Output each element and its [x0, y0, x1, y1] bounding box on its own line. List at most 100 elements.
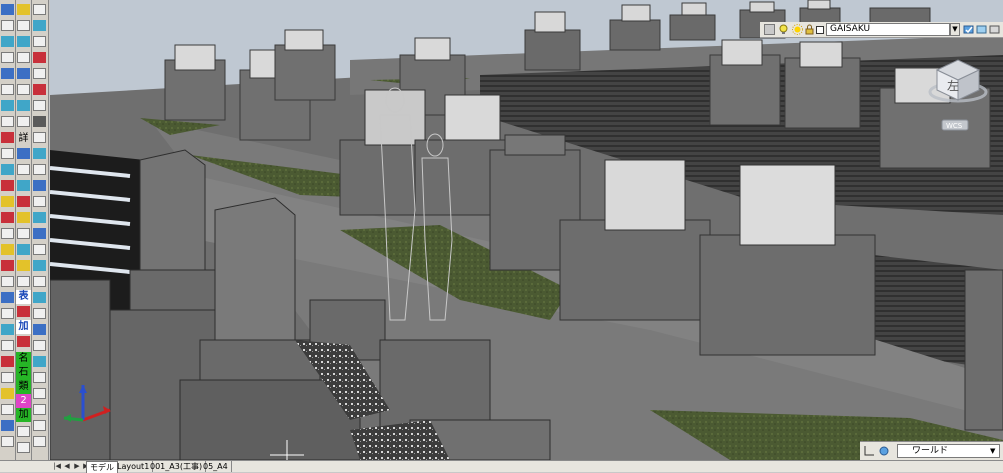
cemetery-3d-scene[interactable] [50, 0, 1003, 460]
leader-tool-icon[interactable] [1, 260, 14, 271]
block-tool-icon[interactable] [1, 116, 14, 127]
render-icon[interactable] [33, 132, 46, 143]
toolbar-label-two[interactable]: 2 [16, 394, 31, 408]
toolbar-label-add-2[interactable]: 加 [16, 408, 31, 422]
polyline-tool-icon[interactable] [1, 20, 14, 31]
viewcube[interactable]: 左 WCS [928, 48, 1002, 138]
toolbar-label-detail[interactable]: 詳 [16, 132, 31, 146]
view-left-icon[interactable] [33, 196, 46, 207]
dimension-tool-icon[interactable] [1, 244, 14, 255]
ucs-view-icon[interactable] [33, 292, 46, 303]
revcloud-tool-icon[interactable] [1, 292, 14, 303]
ucs-zaxis-icon[interactable] [33, 324, 46, 335]
arc-tool-icon[interactable] [1, 52, 14, 63]
xline-tool-icon[interactable] [1, 388, 14, 399]
zoom-extents-icon[interactable] [33, 20, 46, 31]
view-iso-icon[interactable] [33, 212, 46, 223]
trim-icon[interactable] [17, 100, 30, 111]
layer-previous-icon[interactable] [976, 24, 987, 35]
erase-icon[interactable] [17, 196, 30, 207]
pan-icon[interactable] [33, 36, 46, 47]
tab-05-a4[interactable]: 05_A4 [200, 461, 232, 472]
ucs-dropdown-icon[interactable] [878, 445, 892, 456]
hatch-tool-icon[interactable] [1, 164, 14, 175]
stretch-icon[interactable] [17, 84, 30, 95]
matchprop-icon[interactable] [17, 442, 30, 453]
gradient-tool-icon[interactable] [1, 324, 14, 335]
region-tool-icon[interactable] [1, 180, 14, 191]
table-tool-icon[interactable] [1, 196, 14, 207]
ucs-manager-icon[interactable] [33, 420, 46, 431]
layer-properties-icon[interactable] [764, 24, 775, 35]
lock-icon[interactable] [804, 24, 815, 35]
camera-icon[interactable] [33, 100, 46, 111]
toolbar-label-table[interactable]: 表 [16, 290, 31, 304]
sun-icon[interactable] [792, 24, 803, 35]
make-current-icon[interactable] [963, 24, 974, 35]
tab-001-a3[interactable]: 001_A3(工事) [147, 461, 207, 472]
ucs-previous-icon[interactable] [33, 436, 46, 447]
ucs-object-icon[interactable] [33, 276, 46, 287]
point-tool-icon[interactable] [1, 148, 14, 159]
chamfer-icon[interactable] [17, 228, 30, 239]
layer-color-icon[interactable] [816, 26, 824, 34]
lightbulb-icon[interactable] [778, 24, 789, 35]
mirror-icon[interactable] [17, 164, 30, 175]
ucs-select-arrow-icon[interactable]: ▼ [990, 446, 998, 456]
copy-icon[interactable] [17, 36, 30, 47]
lamp-icon[interactable] [33, 116, 46, 127]
rectangle-tool-icon[interactable] [1, 36, 14, 47]
tab-prev-icon[interactable]: ◀ [62, 462, 72, 471]
mtext-tool-icon[interactable] [1, 228, 14, 239]
solid-tool-icon[interactable] [1, 436, 14, 447]
orbit-icon[interactable] [33, 52, 46, 63]
toolbar-label-name[interactable]: 名 [16, 352, 31, 366]
view-top-icon[interactable] [33, 164, 46, 175]
line-tool-icon[interactable] [1, 4, 14, 15]
rotate-icon[interactable] [17, 52, 30, 63]
walk-icon[interactable] [33, 68, 46, 79]
ucs-y-icon[interactable] [33, 372, 46, 383]
tab-first-icon[interactable]: |◀ [52, 462, 62, 471]
ucs-icon-small[interactable] [864, 445, 875, 456]
wipeout-tool-icon[interactable] [1, 276, 14, 287]
sketch-tool-icon[interactable] [1, 420, 14, 431]
properties-icon[interactable] [17, 426, 30, 437]
join-icon[interactable] [17, 260, 30, 271]
toolbar-label-stone[interactable]: 石 [16, 366, 31, 380]
ray-tool-icon[interactable] [1, 404, 14, 415]
circle-tool-icon[interactable] [1, 68, 14, 79]
toolbar-label-add[interactable]: 加 [16, 320, 31, 334]
break-icon[interactable] [17, 276, 30, 287]
ucs-x-icon[interactable] [33, 356, 46, 367]
toolbar-label-type[interactable]: 類 [16, 380, 31, 394]
pencil-icon[interactable] [17, 4, 30, 15]
ucs-origin-icon[interactable] [33, 308, 46, 319]
ucs-icon[interactable] [33, 228, 46, 239]
visual-style-icon[interactable] [33, 148, 46, 159]
layer-state-icon[interactable] [989, 24, 1000, 35]
insert-tool-icon[interactable] [1, 132, 14, 143]
view-front-icon[interactable] [33, 180, 46, 191]
boundary-tool-icon[interactable] [1, 308, 14, 319]
layer-dropdown-arrow-icon[interactable]: ▼ [950, 23, 960, 36]
tab-next-icon[interactable]: ▶ [72, 462, 82, 471]
spline-tool-icon[interactable] [1, 84, 14, 95]
extend-icon[interactable] [17, 116, 30, 127]
divide-tool-icon[interactable] [1, 372, 14, 383]
fly-icon[interactable] [33, 84, 46, 95]
ucs-z-icon[interactable] [33, 388, 46, 399]
ucs-apply-icon[interactable] [33, 404, 46, 415]
scale-icon[interactable] [17, 68, 30, 79]
zoom-window-icon[interactable] [33, 4, 46, 15]
ellipse-tool-icon[interactable] [1, 100, 14, 111]
layer-name-field[interactable]: GAISAKU [826, 23, 950, 36]
align-icon[interactable] [17, 306, 30, 317]
lengthen-icon[interactable] [17, 336, 30, 347]
move-icon[interactable] [17, 20, 30, 31]
measure-tool-icon[interactable] [1, 356, 14, 367]
ucs-name-field[interactable]: ワールド [897, 444, 1000, 458]
array-icon[interactable] [17, 180, 30, 191]
fillet-icon[interactable] [17, 212, 30, 223]
text-tool-icon[interactable] [1, 212, 14, 223]
